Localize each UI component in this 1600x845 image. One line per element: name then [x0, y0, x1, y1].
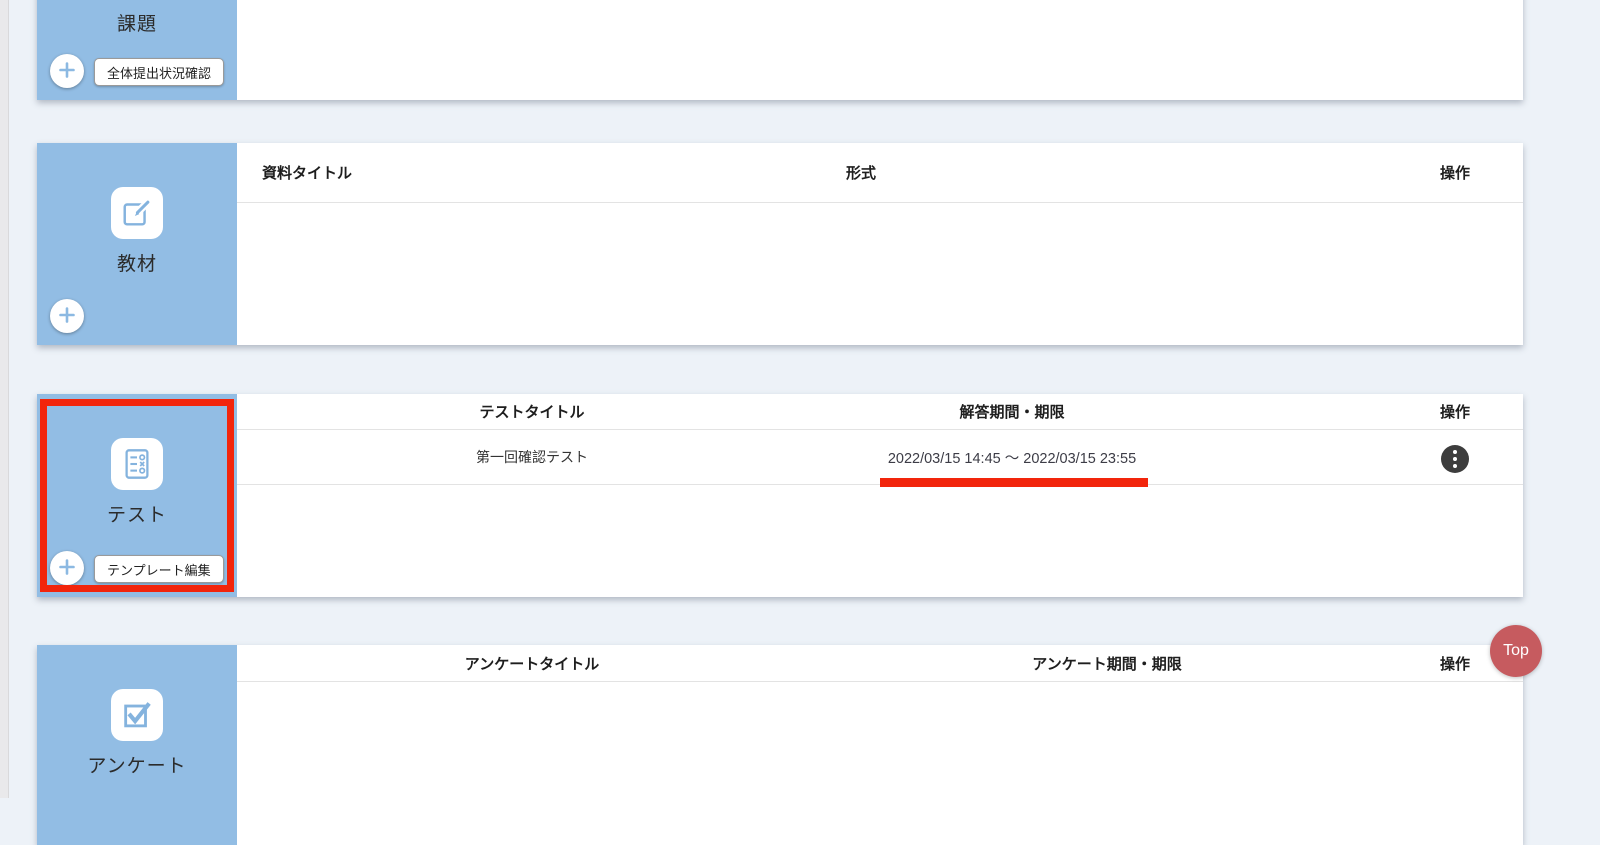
materials-table-area: 資料タイトル 形式 操作 — [237, 143, 1523, 345]
window-left-edge — [0, 0, 9, 798]
materials-side-panel: 教材 — [37, 143, 237, 345]
survey-checkbox-icon — [111, 689, 163, 741]
test-period-with-red-underline: 2022/03/15 14:45 〜 2022/03/15 23:55 — [888, 447, 1136, 468]
materials-add-button[interactable] — [50, 299, 84, 333]
plus-icon — [57, 557, 77, 580]
section-card-materials: 教材 資料タイトル 形式 操作 — [37, 143, 1523, 345]
materials-col-format: 形式 — [737, 162, 985, 183]
tests-col-period: 解答期間・期限 — [827, 401, 1197, 422]
materials-table-header: 資料タイトル 形式 操作 — [237, 143, 1523, 203]
section-card-surveys: アンケート アンケートタイトル アンケート期間・期限 操作 — [37, 645, 1523, 845]
test-title: 第一回確認テスト — [237, 447, 827, 467]
materials-col-title: 資料タイトル — [237, 162, 737, 183]
tests-col-title: テストタイトル — [237, 401, 827, 422]
plus-icon — [57, 60, 77, 83]
assignments-section-label: 課題 — [37, 9, 237, 36]
surveys-table-header: アンケートタイトル アンケート期間・期限 操作 — [237, 645, 1523, 682]
surveys-section-label: アンケート — [37, 751, 237, 778]
section-card-tests: テスト テンプレート編集 テストタイトル 解答期間・期限 操作 第一回確認テスト… — [37, 394, 1523, 597]
test-row: 第一回確認テスト 2022/03/15 14:45 〜 2022/03/15 2… — [237, 430, 1523, 485]
kebab-icon — [1453, 450, 1457, 454]
tests-template-edit-button[interactable]: テンプレート編集 — [94, 555, 224, 583]
surveys-side-panel: アンケート — [37, 645, 237, 845]
tests-col-operations: 操作 — [1387, 401, 1523, 422]
tests-section-label: テスト — [37, 500, 237, 527]
materials-section-label: 教材 — [37, 249, 237, 276]
tests-table-area: テストタイトル 解答期間・期限 操作 第一回確認テスト 2022/03/15 1… — [237, 394, 1523, 597]
surveys-col-period: アンケート期間・期限 — [827, 653, 1387, 674]
plus-icon — [57, 305, 77, 328]
assignments-table-area — [237, 0, 1523, 100]
materials-col-operations: 操作 — [1387, 162, 1523, 183]
tests-table-header: テストタイトル 解答期間・期限 操作 — [237, 394, 1523, 430]
assignments-side-panel: 課題 全体提出状況確認 — [37, 0, 237, 100]
tests-add-button[interactable] — [50, 551, 84, 585]
scroll-to-top-button[interactable]: Top — [1490, 625, 1542, 677]
test-checklist-icon — [111, 438, 163, 490]
edit-material-icon — [111, 187, 163, 239]
tests-side-panel: テスト テンプレート編集 — [37, 394, 237, 597]
assignments-add-button[interactable] — [50, 54, 84, 88]
surveys-col-title: アンケートタイトル — [237, 653, 827, 674]
test-row-menu-button[interactable] — [1441, 445, 1469, 473]
section-card-assignments: 課題 全体提出状況確認 — [37, 0, 1523, 100]
assignments-overview-button[interactable]: 全体提出状況確認 — [94, 58, 224, 86]
surveys-table-area: アンケートタイトル アンケート期間・期限 操作 — [237, 645, 1523, 845]
